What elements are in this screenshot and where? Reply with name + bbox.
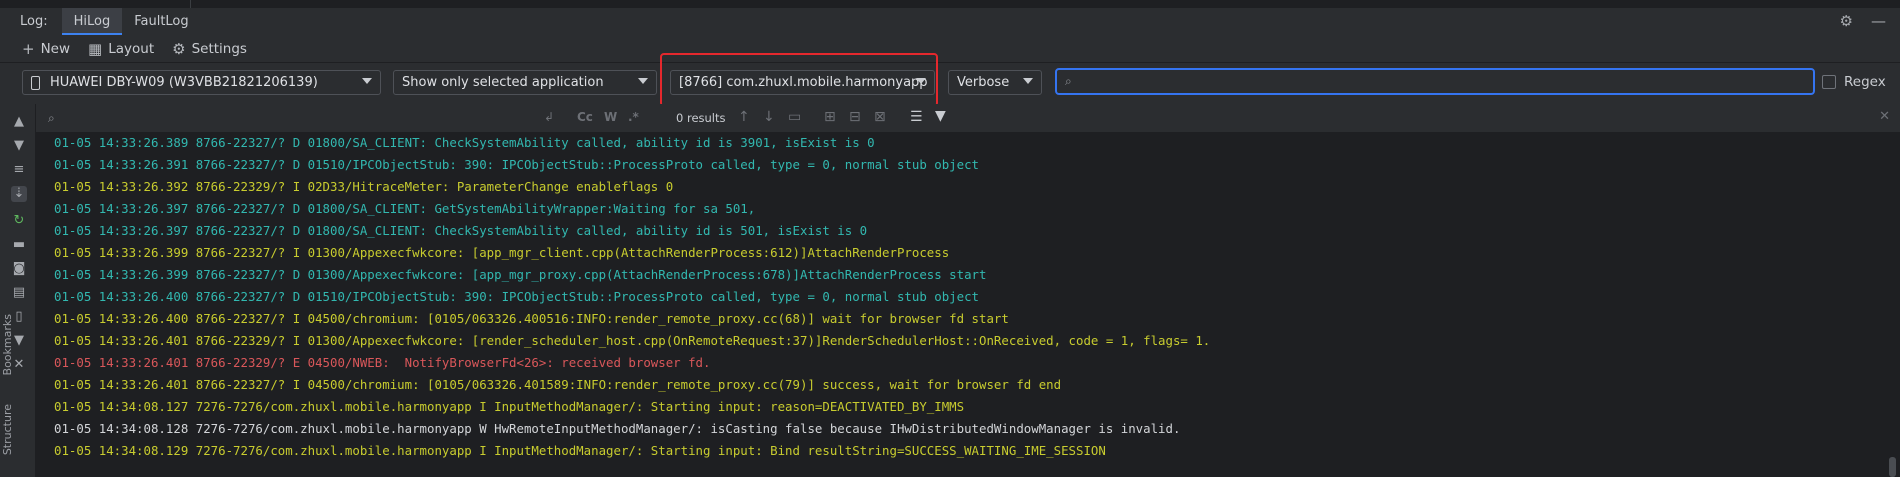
log-line: 01-05 14:33:26.401 8766-22329/? E 04500/… [54, 355, 711, 370]
select-all-occurrences-icon[interactable]: ⊠ [874, 109, 886, 125]
log-line: 01-05 14:33:26.401 8766-22327/? I 04500/… [54, 377, 1062, 392]
scroll-to-end-icon[interactable]: ⇣ [11, 186, 27, 202]
match-case-toggle[interactable]: Cc [577, 110, 593, 124]
log-line: 01-05 14:33:26.389 8766-22327/? D 01800/… [54, 135, 875, 150]
log-line: 01-05 14:34:08.127 7276-7276/com.zhuxl.m… [54, 399, 965, 414]
layout-button[interactable]: ▦ Layout [88, 40, 154, 58]
chevron-down-icon [362, 78, 372, 84]
search-icon: ⌕ [48, 111, 55, 125]
log-tab-bar: Log: HiLog FaultLog ⚙ — [0, 8, 1900, 35]
gear-icon: ⚙ [172, 39, 186, 58]
add-selection-icon[interactable]: ⊞ [824, 109, 836, 125]
top-strip [0, 0, 1900, 8]
chevron-down-icon [638, 78, 648, 84]
regex-toggle[interactable]: Regex [1822, 74, 1886, 90]
search-results-count: 0 results [676, 111, 726, 125]
log-line: 01-05 14:33:26.400 8766-22327/? I 04500/… [54, 311, 1009, 326]
structure-tab[interactable]: Structure [1, 404, 14, 455]
log-line: 01-05 14:33:26.397 8766-22327/? D 01800/… [54, 223, 868, 238]
previous-match-icon[interactable]: ↑ [738, 109, 750, 125]
search-icon: ⌕ [1065, 74, 1072, 88]
remove-selection-icon[interactable]: ⊟ [849, 109, 861, 125]
log-line: 01-05 14:33:26.397 8766-22327/? D 01800/… [54, 201, 756, 216]
regex-label: Regex [1844, 74, 1886, 90]
tab-faultlog[interactable]: FaultLog [122, 8, 200, 35]
log-line: 01-05 14:34:08.129 7276-7276/com.zhuxl.m… [54, 443, 1106, 458]
layout-label: Layout [108, 40, 155, 57]
settings-label: Settings [191, 40, 247, 57]
filter-options-icon[interactable]: ☰ [910, 109, 923, 125]
select-all-icon[interactable]: ▭ [788, 109, 801, 125]
tab-hilog[interactable]: HiLog [61, 8, 123, 35]
log-search-input[interactable] [70, 109, 614, 129]
trash-icon[interactable]: ▬ [11, 237, 27, 253]
log-line: 01-05 14:33:26.391 8766-22327/? D 01510/… [54, 157, 980, 172]
bookmarks-tab[interactable]: Bookmarks [1, 314, 14, 375]
regex-checkbox[interactable] [1822, 75, 1836, 89]
soft-wrap-icon[interactable]: ≡ [11, 162, 27, 178]
settings-button[interactable]: ⚙ Settings [172, 40, 247, 58]
log-filter-input[interactable] [1077, 73, 1782, 90]
vertical-scrollbar[interactable] [1889, 457, 1896, 477]
next-match-icon[interactable]: ↓ [763, 109, 775, 125]
log-label: Log: [20, 14, 48, 29]
log-line: 01-05 14:33:26.399 8766-22327/? I 01300/… [54, 245, 950, 260]
new-label: New [40, 40, 71, 57]
log-line: 01-05 14:33:26.399 8766-22327/? D 01300/… [54, 267, 987, 282]
log-line: 01-05 14:33:26.392 8766-22329/? I 02D33/… [54, 179, 674, 194]
arrow-down-icon[interactable]: ▼ [11, 138, 27, 154]
layout-grid-icon: ▦ [88, 39, 103, 58]
app-filter-value: Show only selected application [402, 75, 604, 90]
device-select[interactable]: HUAWEI DBY-W09 (W3VBB21821206139) [22, 70, 381, 95]
camera-icon[interactable]: ◙ [11, 261, 27, 277]
save-icon[interactable]: ▤ [11, 285, 27, 301]
log-level-select[interactable]: Verbose [948, 70, 1042, 95]
phone-icon [31, 75, 40, 90]
plus-icon: + [22, 39, 35, 58]
log-filter-search[interactable]: ⌕ [1055, 68, 1815, 95]
left-tool-strip: ▲ ▼ ≡ ⇣ ↻ ▬ ◙ ▤ ▯ ▼ ✕ Bookmarks Structur… [0, 104, 36, 477]
whole-word-toggle[interactable]: W [604, 110, 617, 124]
log-level-value: Verbose [957, 75, 1010, 90]
regex-search-toggle[interactable]: .* [628, 110, 639, 124]
new-button[interactable]: + New [22, 40, 70, 58]
minimize-icon[interactable]: — [1871, 12, 1886, 30]
device-select-value: HUAWEI DBY-W09 (W3VBB21821206139) [50, 75, 318, 90]
arrow-up-icon[interactable]: ▲ [11, 114, 27, 130]
log-toolbar: + New ▦ Layout ⚙ Settings [0, 35, 1900, 63]
chevron-down-icon [1023, 78, 1033, 84]
tab-bar-actions: ⚙ — [1840, 12, 1886, 30]
log-line: 01-05 14:34:08.128 7276-7276/com.zhuxl.m… [54, 421, 1181, 436]
log-line: 01-05 14:33:26.400 8766-22327/? D 01510/… [54, 289, 980, 304]
log-output[interactable]: 01-05 14:33:26.389 8766-22327/? D 01800/… [36, 132, 1900, 477]
gear-icon[interactable]: ⚙ [1840, 12, 1853, 30]
highlight-annotation [660, 53, 938, 107]
log-search-bar: ⌕ ↲ Cc W .* 0 results ↑ ↓ ▭ ⊞ ⊟ ⊠ ☰ ▼ ✕ [36, 104, 1900, 133]
new-line-icon[interactable]: ↲ [544, 110, 554, 124]
restart-icon[interactable]: ↻ [11, 213, 27, 229]
funnel-icon[interactable]: ▼ [935, 108, 946, 124]
close-icon[interactable]: ✕ [1879, 109, 1890, 124]
app-filter-select[interactable]: Show only selected application [393, 70, 657, 95]
log-line: 01-05 14:33:26.401 8766-22329/? I 01300/… [54, 333, 1211, 348]
